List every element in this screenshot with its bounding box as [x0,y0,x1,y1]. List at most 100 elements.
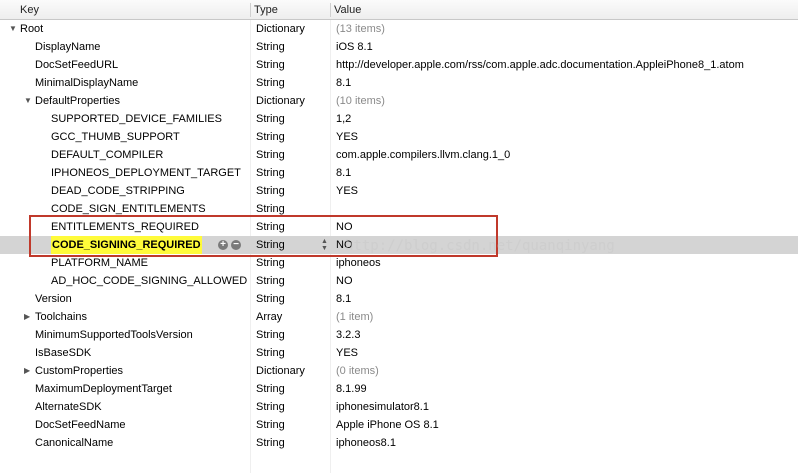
table-row[interactable]: AlternateSDK String iphonesimulator8.1 [0,398,798,416]
table-row[interactable]: CODE_SIGN_ENTITLEMENTS String [0,200,798,218]
row-key[interactable]: DefaultProperties [35,92,120,110]
row-key[interactable]: DocSetFeedURL [35,56,118,74]
table-row[interactable]: PLATFORM_NAME String iphoneos [0,254,798,272]
row-key[interactable]: MinimalDisplayName [35,74,138,92]
row-type[interactable]: String [256,416,285,434]
table-row[interactable]: AD_HOC_CODE_SIGNING_ALLOWED String NO [0,272,798,290]
row-type[interactable]: String [256,398,285,416]
table-row[interactable]: DEAD_CODE_STRIPPING String YES [0,182,798,200]
row-type[interactable]: String [256,326,285,344]
row-key[interactable]: PLATFORM_NAME [51,254,148,272]
row-key[interactable]: MinimumSupportedToolsVersion [35,326,193,344]
row-type[interactable]: String [256,218,285,236]
row-value[interactable]: http://developer.apple.com/rss/com.apple… [336,56,744,74]
row-type[interactable]: Array [256,308,282,326]
table-row[interactable]: SUPPORTED_DEVICE_FAMILIES String 1,2 [0,110,798,128]
row-value[interactable]: 8.1 [336,74,351,92]
row-type[interactable]: String [256,380,285,398]
row-key[interactable]: IsBaseSDK [35,344,91,362]
table-row[interactable]: DEFAULT_COMPILER String com.apple.compiler… [0,146,798,164]
row-type[interactable]: String [256,110,285,128]
row-key[interactable]: AD_HOC_CODE_SIGNING_ALLOWED [51,272,247,290]
row-type[interactable]: String [256,164,285,182]
row-value[interactable]: Apple iPhone OS 8.1 [336,416,439,434]
row-type[interactable]: String [256,434,285,452]
row-type[interactable]: String [256,200,285,218]
add-row-icon[interactable]: + [218,240,228,250]
row-key[interactable]: CanonicalName [35,434,113,452]
row-value[interactable]: iphonesimulator8.1 [336,398,429,416]
type-column-header[interactable]: Type [254,4,278,16]
row-type[interactable]: String [256,38,285,56]
key-column-header[interactable]: Key [20,4,39,16]
table-row[interactable]: MinimumSupportedToolsVersion String 3.2.3 [0,326,798,344]
row-value[interactable]: iOS 8.1 [336,38,373,56]
type-stepper-icon[interactable]: ▲ ▼ [320,238,329,252]
row-key[interactable]: Toolchains [35,308,87,326]
disclosure-open-icon[interactable]: ▼ [9,20,17,38]
row-key[interactable]: ENTITLEMENTS_REQUIRED [51,218,199,236]
table-row[interactable]: MinimalDisplayName String 8.1 [0,74,798,92]
row-key[interactable]: SUPPORTED_DEVICE_FAMILIES [51,110,222,128]
row-key[interactable]: DEAD_CODE_STRIPPING [51,182,185,200]
disclosure-closed-icon[interactable]: ▶ [24,308,30,326]
row-type[interactable]: String [256,290,285,308]
row-key[interactable]: MaximumDeploymentTarget [35,380,172,398]
table-row[interactable]: Version String 8.1 [0,290,798,308]
table-row[interactable]: ENTITLEMENTS_REQUIRED String NO [0,218,798,236]
row-value[interactable]: 8.1 [336,290,351,308]
row-value[interactable]: YES [336,128,358,146]
row-key[interactable]: AlternateSDK [35,398,102,416]
remove-row-icon[interactable]: − [231,240,241,250]
row-key[interactable]: DisplayName [35,38,100,56]
row-key[interactable]: CustomProperties [35,362,123,380]
table-row[interactable]: IPHONEOS_DEPLOYMENT_TARGET String 8.1 [0,164,798,182]
row-type[interactable]: String [256,182,285,200]
table-row[interactable]: ▼ Root Dictionary (13 items) [0,20,798,38]
table-row[interactable]: DisplayName String iOS 8.1 [0,38,798,56]
row-value[interactable]: 3.2.3 [336,326,360,344]
row-key[interactable]: IPHONEOS_DEPLOYMENT_TARGET [51,164,241,182]
row-key[interactable]: Root [20,20,43,38]
disclosure-closed-icon[interactable]: ▶ [24,362,30,380]
table-row[interactable]: DocSetFeedName String Apple iPhone OS 8.1 [0,416,798,434]
row-value[interactable]: 8.1.99 [336,380,367,398]
row-key[interactable]: DocSetFeedName [35,416,126,434]
row-type[interactable]: Dictionary [256,92,305,110]
row-value[interactable]: YES [336,182,358,200]
row-value[interactable]: NO [336,236,353,254]
disclosure-open-icon[interactable]: ▼ [24,92,32,110]
row-value[interactable]: iphoneos [336,254,381,272]
row-value[interactable]: NO [336,218,353,236]
table-row[interactable]: MaximumDeploymentTarget String 8.1.99 [0,380,798,398]
table-row[interactable]: CODE_SIGNING_REQUIRED + − ▲ ▼ String NO [0,236,798,254]
table-row[interactable]: ▶ Toolchains Array (1 item) [0,308,798,326]
table-row[interactable]: ▶ CustomProperties Dictionary (0 items) [0,362,798,380]
row-type[interactable]: String [256,236,285,254]
row-type[interactable]: Dictionary [256,20,305,38]
row-value[interactable]: YES [336,344,358,362]
row-key[interactable]: CODE_SIGN_ENTITLEMENTS [51,200,206,218]
row-type[interactable]: String [256,74,285,92]
row-key[interactable]: GCC_THUMB_SUPPORT [51,128,180,146]
row-type[interactable]: String [256,272,285,290]
row-type[interactable]: String [256,56,285,74]
row-type[interactable]: String [256,128,285,146]
row-type[interactable]: String [256,344,285,362]
column-divider[interactable] [250,3,251,17]
row-value[interactable]: iphoneos8.1 [336,434,396,452]
table-row[interactable]: DocSetFeedURL String http://developer.appl… [0,56,798,74]
row-key[interactable]: Version [35,290,72,308]
row-value[interactable]: 8.1 [336,164,351,182]
column-divider[interactable] [330,3,331,17]
row-type[interactable]: String [256,254,285,272]
row-type[interactable]: String [256,146,285,164]
table-row[interactable]: GCC_THUMB_SUPPORT String YES [0,128,798,146]
row-value[interactable]: 1,2 [336,110,351,128]
table-row[interactable]: ▼ DefaultProperties Dictionary (10 items) [0,92,798,110]
table-row[interactable]: CanonicalName String iphoneos8.1 [0,434,798,452]
row-value[interactable]: com.apple.compilers.llvm.clang.1_0 [336,146,510,164]
row-value[interactable]: NO [336,272,353,290]
row-key[interactable]: DEFAULT_COMPILER [51,146,163,164]
row-type[interactable]: Dictionary [256,362,305,380]
